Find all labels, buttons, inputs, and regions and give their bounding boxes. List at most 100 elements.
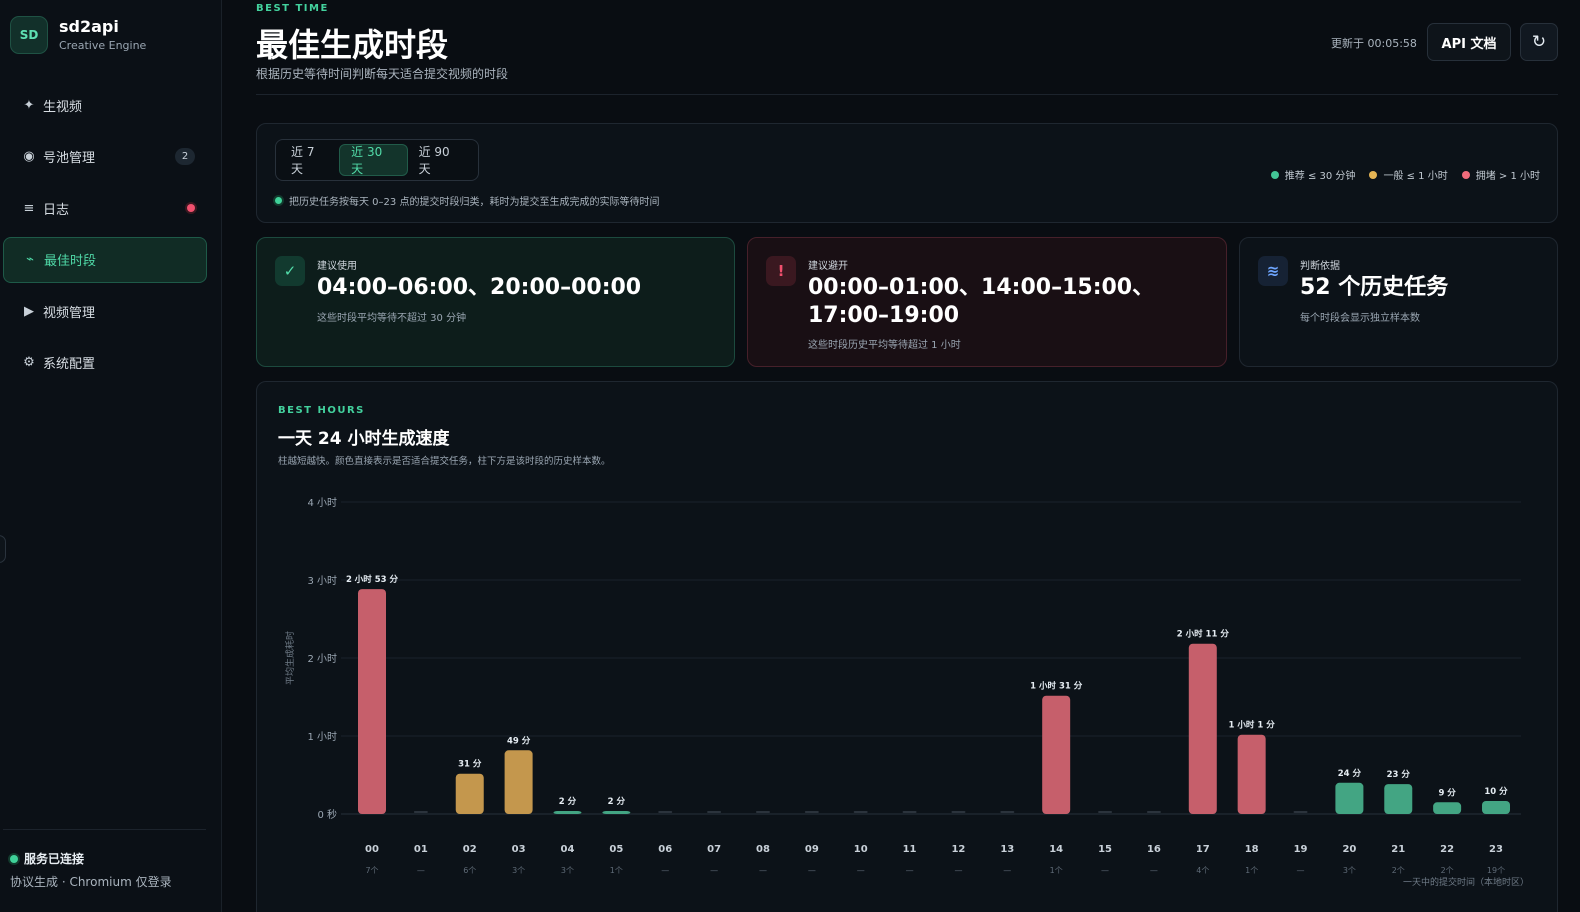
empty-bar-marker bbox=[902, 811, 917, 813]
gear-icon: ⚙ bbox=[23, 355, 35, 371]
bar-hour-21 bbox=[1384, 784, 1413, 814]
x-tick-label: 22 bbox=[1440, 844, 1454, 855]
sidebar-collapse-handle[interactable] bbox=[0, 535, 6, 563]
refresh-button[interactable]: ↻ bbox=[1520, 23, 1558, 61]
legend-swatch bbox=[1461, 170, 1470, 179]
range-selector: 近 7 天 近 30 天 近 90 天 bbox=[275, 139, 479, 181]
sample-count-label: 1个 bbox=[610, 866, 623, 875]
count-badge: 2 bbox=[175, 147, 195, 165]
sample-count-label: — bbox=[1101, 866, 1109, 875]
sidebar-item-label: 最佳时段 bbox=[44, 254, 97, 270]
bar-value-label: 2 分 bbox=[559, 796, 577, 807]
sidebar-nav: ✦ 生视频 ◉ 号池管理 2 ≡ 日志 ⌁ 最佳时段 ▶ 视频管理 ⚙ 系统配置 bbox=[3, 82, 207, 392]
x-tick-label: 03 bbox=[512, 844, 526, 855]
api-docs-button[interactable]: API 文档 bbox=[1427, 23, 1511, 61]
sidebar-item-label: 视频管理 bbox=[43, 305, 96, 321]
legend-item-good: 推荐 ≤ 30 分钟 bbox=[1270, 167, 1356, 182]
brand-name: sd2api bbox=[59, 16, 119, 36]
brand-subtitle: Creative Engine bbox=[59, 38, 147, 52]
x-tick-label: 18 bbox=[1245, 844, 1259, 855]
bar-hour-18 bbox=[1237, 734, 1266, 814]
empty-bar-marker bbox=[853, 811, 868, 813]
sidebar-item-account-pool[interactable]: ◉ 号池管理 2 bbox=[3, 134, 207, 180]
bar-hour-05 bbox=[602, 811, 631, 814]
sidebar-divider bbox=[3, 829, 206, 830]
bar-value-label: 1 小时 31 分 bbox=[1030, 681, 1083, 692]
bar-hour-04 bbox=[553, 811, 582, 814]
x-tick-label: 10 bbox=[854, 844, 868, 855]
sidebar-item-logs[interactable]: ≡ 日志 bbox=[3, 185, 207, 231]
legend-swatch bbox=[1369, 170, 1378, 179]
range-7-days[interactable]: 近 7 天 bbox=[280, 144, 339, 176]
check-icon: ✓ bbox=[275, 256, 305, 286]
data-icon: ≋ bbox=[1258, 256, 1288, 286]
range-30-days[interactable]: 近 30 天 bbox=[339, 144, 408, 176]
empty-bar-marker bbox=[1146, 811, 1161, 813]
x-tick-label: 09 bbox=[805, 844, 819, 855]
legend-label: 一般 ≤ 1 小时 bbox=[1383, 171, 1448, 182]
sidebar-item-label: 系统配置 bbox=[43, 357, 96, 373]
card-description: 这些时段历史平均等待超过 1 小时 bbox=[808, 340, 961, 351]
sample-count-label: — bbox=[710, 866, 718, 875]
refresh-icon: ↻ bbox=[1531, 32, 1547, 52]
avoid-card: ! 建议避开 00:00–01:00、14:00–15:00、17:00–19:… bbox=[747, 237, 1227, 367]
sample-count-label: 2个 bbox=[1441, 866, 1454, 875]
hourly-chart-panel: BEST HOURS 一天 24 小时生成速度 柱越短越快。颜色直接表示是否适合… bbox=[256, 381, 1558, 912]
bar-value-label: 10 分 bbox=[1484, 786, 1508, 797]
page-eyebrow: BEST TIME bbox=[256, 3, 329, 14]
y-axis-title: 平均生成耗时 bbox=[284, 631, 296, 685]
avoid-hours: 00:00–01:00、14:00–15:00、17:00–19:00 bbox=[808, 275, 1155, 328]
bar-value-label: 9 分 bbox=[1438, 787, 1456, 798]
empty-bar-marker bbox=[951, 811, 966, 813]
alert-dot bbox=[187, 204, 195, 213]
sample-count-label: — bbox=[661, 866, 669, 875]
sample-count-label: 6个 bbox=[463, 866, 476, 875]
bar-value-label: 24 分 bbox=[1338, 768, 1362, 779]
sample-count-label: — bbox=[857, 866, 865, 875]
x-tick-label: 11 bbox=[903, 844, 917, 855]
legend-swatch bbox=[1270, 170, 1279, 179]
empty-bar-marker bbox=[755, 811, 770, 813]
empty-bar-marker bbox=[1293, 811, 1308, 813]
x-tick-label: 19 bbox=[1294, 844, 1308, 855]
x-tick-label: 06 bbox=[658, 844, 672, 855]
hint-text: 把历史任务按每天 0–23 点的提交时段归类，耗时为提交至生成完成的实际等待时间 bbox=[289, 197, 660, 208]
x-tick-label: 23 bbox=[1489, 844, 1503, 855]
sample-count-label: 3个 bbox=[561, 866, 574, 875]
empty-bar-marker bbox=[1098, 811, 1113, 813]
updated-timestamp: 更新于 00:05:58 bbox=[1331, 37, 1417, 50]
sidebar-item-system-config[interactable]: ⚙ 系统配置 bbox=[3, 340, 207, 386]
app-root: SD sd2api Creative Engine ✦ 生视频 ◉ 号池管理 2… bbox=[0, 0, 1580, 912]
page-title: 最佳生成时段 bbox=[256, 26, 449, 64]
card-label: 判断依据 bbox=[1300, 261, 1340, 272]
bar-hour-17 bbox=[1188, 643, 1217, 814]
x-tick-label: 07 bbox=[707, 844, 721, 855]
bar-value-label: 23 分 bbox=[1387, 769, 1411, 780]
sidebar-item-label: 日志 bbox=[43, 202, 70, 218]
x-tick-label: 00 bbox=[365, 844, 379, 855]
brand[interactable]: SD sd2api Creative Engine bbox=[10, 16, 146, 54]
x-tick-label: 20 bbox=[1342, 844, 1356, 855]
brand-logo: SD bbox=[10, 16, 48, 54]
sample-count-label: 19个 bbox=[1487, 866, 1505, 875]
legend-item-normal: 一般 ≤ 1 小时 bbox=[1369, 167, 1448, 182]
bar-value-label: 2 小时 53 分 bbox=[346, 574, 399, 585]
bar-hour-20 bbox=[1335, 782, 1364, 814]
legend-label: 推荐 ≤ 30 分钟 bbox=[1284, 171, 1356, 182]
sidebar-item-video-management[interactable]: ▶ 视频管理 bbox=[3, 288, 207, 334]
sidebar-item-generate-video[interactable]: ✦ 生视频 bbox=[3, 82, 207, 128]
x-tick-label: 04 bbox=[561, 844, 575, 855]
sample-count-label: 4个 bbox=[1196, 866, 1209, 875]
sidebar-item-best-time[interactable]: ⌁ 最佳时段 bbox=[3, 236, 207, 283]
y-tick-label: 0 秒 bbox=[317, 808, 337, 821]
empty-bar-marker bbox=[1000, 811, 1015, 813]
sample-count-label: 1个 bbox=[1050, 866, 1063, 875]
bar-value-label: 49 分 bbox=[507, 735, 531, 746]
sample-count-label: — bbox=[417, 866, 425, 875]
status-title: 服务已连接 bbox=[24, 852, 85, 866]
range-90-days[interactable]: 近 90 天 bbox=[408, 144, 474, 176]
sidebar-item-label: 生视频 bbox=[43, 99, 83, 115]
range-hint: 把历史任务按每天 0–23 点的提交时段归类，耗时为提交至生成完成的实际等待时间 bbox=[275, 193, 659, 208]
legend-label: 拥堵 > 1 小时 bbox=[1475, 171, 1540, 182]
x-tick-label: 15 bbox=[1098, 844, 1112, 855]
